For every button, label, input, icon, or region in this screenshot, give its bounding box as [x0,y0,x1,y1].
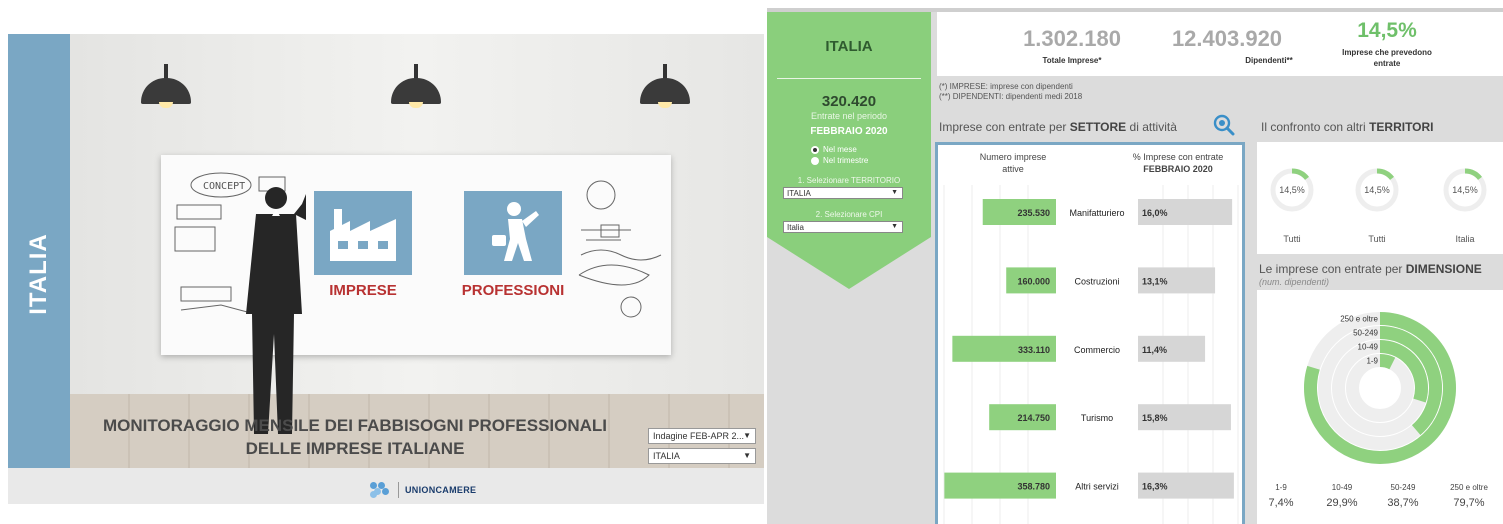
bar-value-label: 160.000 [1017,276,1050,286]
entrate-value: 320.420 [821,93,877,110]
territory-title: ITALIA [825,38,873,55]
percent-value-label: 16,0% [1142,208,1168,218]
gauge-value: 14,5% [1364,185,1390,195]
gauge-label: Italia [1455,234,1474,244]
period-month: FEBBRAIO 2020 [810,126,888,137]
gauge-label: Tutti [1283,234,1300,244]
column-header-left: Numero imprese attive [979,152,1047,174]
radio-selected-icon [811,145,819,154]
dimension-value-label: 38,7% [1387,497,1418,509]
kpi-bar: 1.302.180 Totale Imprese* 12.403.920 Dip… [937,12,1503,76]
sector-section-title: Imprese con entrate per SETTORE di attiv… [939,120,1177,134]
filter-panel-arrow [767,237,931,289]
percent-value-label: 13,1% [1142,276,1168,286]
territory-label: 1. Selezionare TERRITORIO [797,176,901,185]
ceiling-lamp-icon [640,64,690,108]
survey-select[interactable]: Indagine FEB-APR 2... ▼ [648,428,756,444]
chevron-down-icon: ▼ [743,431,751,440]
ceiling-lamp-icon [141,64,191,108]
dashboard-panel: ITALIA 320.420 Entrate nel periodo FEBBR… [767,8,1503,524]
sector-bar-chart: 235.530 Manifatturiero 16,0% 160.000 Costruz… [943,185,1239,524]
imprese-tile[interactable] [314,191,412,275]
dimension-ring-chart: 250 e oltre 50-249 10-49 1-9 1-9 7,4% 10-49 29,… [1268,312,1488,509]
left-sidebar: ITALIA [8,34,70,468]
radio-nel-trimestre[interactable]: Nel trimestre [811,156,868,165]
kpi-totale-label: Totale Imprese* [1042,56,1102,65]
gauge-value: 14,5% [1279,185,1305,195]
dimension-category-label: 250 e oltre [1450,483,1488,492]
filter-panel: ITALIA 320.420 Entrate nel periodo FEBBR… [767,12,931,237]
radio-unselected-icon [811,156,819,165]
category-label: Manifatturiero [1069,208,1124,218]
ring-track [1346,354,1414,422]
ring-label: 10-49 [1358,343,1379,352]
dimension-category-label: 50-249 [1391,483,1416,492]
category-label: Costruzioni [1074,276,1119,286]
chevron-down-icon: ▼ [743,451,751,460]
cpi-dropdown[interactable]: Italia ▼ [783,221,903,233]
professioni-label[interactable]: PROFESSIONI [454,282,572,299]
home-panel: CONCEPT IMPRESE PROFESSIONI ITALIA MONIT… [8,34,764,504]
territory-dropdown[interactable]: ITALIA ▼ [783,187,903,199]
gauge-label: Tutti [1368,234,1385,244]
ring-arc [1379,354,1396,370]
territory-select[interactable]: ITALIA ▼ [648,448,756,464]
dimension-value-label: 7,4% [1268,497,1293,509]
unioncamere-logo[interactable]: UNIONCAMERE [370,482,476,498]
chevron-down-icon: ▼ [891,223,898,230]
dimension-subtitle: (num. dipendenti) [1259,277,1330,287]
dimension-section-title: Le imprese con entrate per DIMENSIONE [1259,262,1482,276]
territory-box: 14,5% Tutti 14,5% Tutti 14,5% Italia [1257,142,1503,254]
gauge-arc [1464,168,1482,181]
kpi-percent-value: 14,5% [1357,19,1417,42]
dimension-value-label: 29,9% [1326,497,1357,509]
businessman-figure-icon [246,187,306,434]
walking-professional-icon [492,202,539,261]
logo-mark-icon [370,482,392,498]
ring-label: 1-9 [1366,357,1378,366]
radio-nel-mese[interactable]: Nel mese [811,145,857,154]
note-imprese: (*) IMPRESE: imprese con dipendenti [939,82,1073,91]
bar-value-label: 333.110 [1018,345,1050,355]
category-label: Turismo [1081,413,1113,423]
ring-label: 250 e oltre [1340,315,1378,324]
gauge-arc [1376,168,1394,181]
note-dipendenti: (**) DIPENDENTI: dipendenti medi 2018 [939,92,1083,101]
imprese-label[interactable]: IMPRESE [314,282,412,299]
page-title: MONITORAGGIO MENSILE DEI FABBISOGNI PROF… [102,416,608,458]
percent-value-label: 16,3% [1142,482,1168,492]
category-label: Altri servizi [1075,482,1119,492]
cpi-label: 2. Selezionare CPI [815,210,883,219]
dimension-category-label: 10-49 [1332,483,1353,492]
entrate-label: Entrate nel periodo [810,111,888,121]
percent-value-label: 11,4% [1142,345,1167,355]
sidebar-title: ITALIA [25,233,52,315]
ring-label: 50-249 [1353,329,1378,338]
dimension-value-label: 79,7% [1453,497,1484,509]
territory-gauges: 14,5% Tutti 14,5% Tutti 14,5% Italia [1270,168,1487,244]
logo-text: UNIONCAMERE [405,485,477,495]
gauge-arc [1291,168,1309,181]
sector-chart-box: Numero imprese attive % Imprese con entr… [935,142,1245,524]
dimension-category-label: 1-9 [1275,483,1287,492]
kpi-dipendenti-value: 12.403.920 [1171,26,1283,51]
category-label: Commercio [1074,345,1120,355]
bar-value-label: 214.750 [1017,413,1050,423]
kpi-percent-label: Imprese che prevedono entrate [1342,48,1432,68]
dimension-box: 250 e oltre 50-249 10-49 1-9 1-9 7,4% 10-49 29,… [1257,290,1503,524]
gauge-value: 14,5% [1452,185,1478,195]
kpi-totale-value: 1.302.180 [1023,26,1121,51]
professioni-tile[interactable] [464,191,562,275]
ceiling-lamp-icon [391,64,441,108]
search-icon[interactable] [1213,114,1235,136]
chevron-down-icon: ▼ [891,189,898,196]
bar-value-label: 235.530 [1017,208,1050,218]
percent-value-label: 15,8% [1142,413,1168,423]
bar-value-label: 358.780 [1017,482,1050,492]
factory-icon [330,209,396,261]
column-header-right: % Imprese con entrate FEBBRAIO 2020 [1132,152,1224,174]
territory-section-title: Il confronto con altri TERRITORI [1261,120,1434,134]
